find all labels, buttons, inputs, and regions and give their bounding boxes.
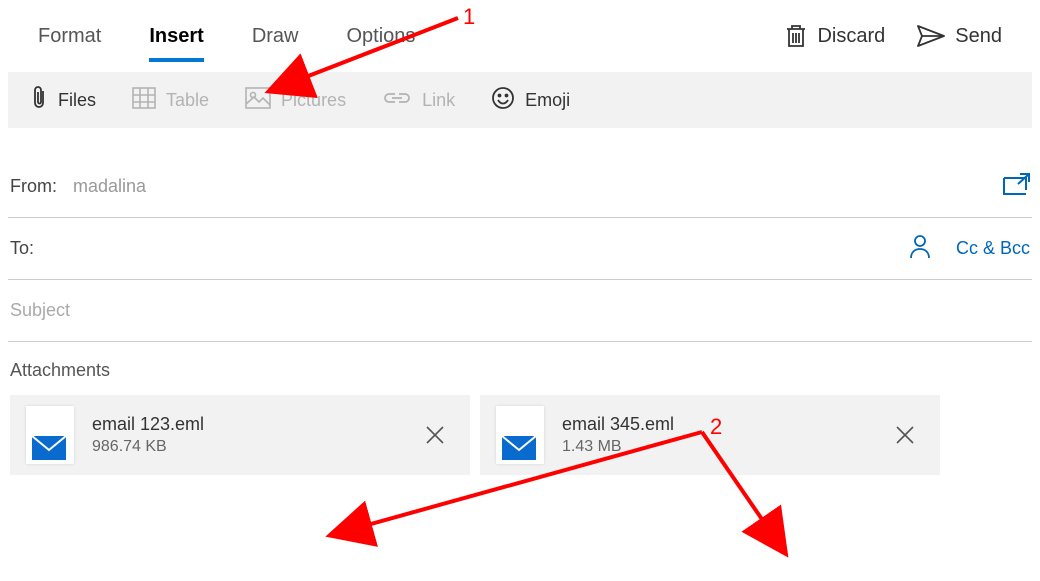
insert-table-button: Table bbox=[132, 87, 209, 114]
attachment-card[interactable]: email 345.eml 1.43 MB bbox=[480, 395, 940, 475]
tab-draw[interactable]: Draw bbox=[252, 0, 299, 72]
remove-attachment-button[interactable] bbox=[416, 416, 454, 454]
tab-options[interactable]: Options bbox=[346, 0, 415, 72]
contacts-icon[interactable] bbox=[908, 233, 932, 264]
eml-file-icon bbox=[26, 406, 74, 464]
trash-icon bbox=[785, 24, 807, 48]
to-label: To: bbox=[10, 238, 34, 259]
attachment-size: 986.74 KB bbox=[92, 436, 204, 458]
link-icon bbox=[382, 89, 412, 112]
from-field: From: madalina bbox=[8, 156, 1032, 218]
insert-link-button: Link bbox=[382, 89, 455, 112]
from-value[interactable]: madalina bbox=[73, 176, 1002, 197]
tab-format[interactable]: Format bbox=[38, 0, 101, 72]
discard-button[interactable]: Discard bbox=[785, 24, 885, 48]
subject-input[interactable]: Subject bbox=[10, 300, 1030, 321]
send-button[interactable]: Send bbox=[917, 25, 1002, 48]
paperclip-icon bbox=[30, 85, 48, 116]
eml-file-icon bbox=[496, 406, 544, 464]
picture-icon bbox=[245, 87, 271, 114]
attachment-name: email 123.eml bbox=[92, 412, 204, 436]
compose-tabs: Format Insert Draw Options Discard Send bbox=[8, 0, 1032, 72]
attachments-row: email 123.eml 986.74 KB email 345.eml 1.… bbox=[8, 395, 1032, 483]
attachment-card[interactable]: email 123.eml 986.74 KB bbox=[10, 395, 470, 475]
insert-emoji-button[interactable]: Emoji bbox=[491, 86, 570, 115]
from-label: From: bbox=[10, 176, 57, 197]
attachment-size: 1.43 MB bbox=[562, 436, 674, 458]
tab-insert[interactable]: Insert bbox=[149, 0, 203, 72]
subject-field: Subject bbox=[8, 280, 1032, 342]
table-icon bbox=[132, 87, 156, 114]
insert-toolbar: Files Table Pictures bbox=[8, 72, 1032, 128]
remove-attachment-button[interactable] bbox=[886, 416, 924, 454]
emoji-icon bbox=[491, 86, 515, 115]
attachment-name: email 345.eml bbox=[562, 412, 674, 436]
insert-pictures-button: Pictures bbox=[245, 87, 346, 114]
ccbcc-button[interactable]: Cc & Bcc bbox=[956, 238, 1030, 259]
send-icon bbox=[917, 25, 945, 47]
attachments-label: Attachments bbox=[8, 342, 1032, 395]
insert-files-button[interactable]: Files bbox=[30, 85, 96, 116]
to-field: To: Cc & Bcc bbox=[8, 218, 1032, 280]
popout-icon[interactable] bbox=[1002, 172, 1030, 201]
